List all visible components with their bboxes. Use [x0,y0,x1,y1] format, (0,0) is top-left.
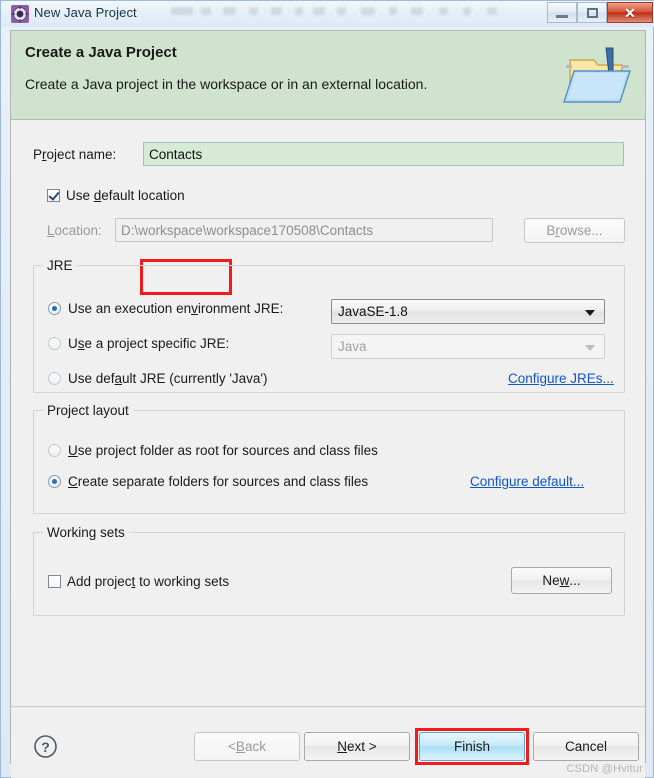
help-icon[interactable]: ? [33,734,58,759]
back-button[interactable]: < Back [194,732,300,761]
browse-button[interactable]: Br owse... [524,218,625,243]
add-project-to-working-sets-label: Add project to working sets [67,574,230,589]
radio-create-separate-folders[interactable]: Create separate folders for sources and … [48,474,368,489]
use-default-location-row[interactable]: Use default location [47,188,185,203]
location-label: Location: [47,223,102,238]
location-row: Location: Browse... [47,218,625,244]
new-java-project-dialog-screenshot: New Java Project ✕ Create a Java Project… [0,0,654,778]
radio-button[interactable] [48,337,61,350]
dialog-client-area: Create a Java Project Create a Java proj… [10,30,646,778]
wizard-page-content: Project name: Use default location Locat… [11,120,645,707]
minimize-button[interactable] [547,2,577,23]
project-layout-group: Project layout Use project folder as roo… [33,403,625,514]
window-frame: New Java Project ✕ Create a Java Project… [0,0,654,778]
page-description: Create a Java project in the workspace o… [25,76,428,92]
execution-environment-value: JavaSE-1.8 [338,304,408,319]
radio-label: Create separate folders for sources and … [68,474,369,489]
wizard-banner: Create a Java Project Create a Java proj… [11,31,645,120]
project-specific-jre-combo[interactable]: Java [331,334,605,359]
close-icon: ✕ [624,4,636,21]
use-default-location-checkbox[interactable] [47,189,60,202]
finish-button[interactable]: Finish [419,732,525,761]
svg-text:?: ? [41,739,50,755]
execution-environment-combo[interactable]: JavaSE-1.8 [331,299,605,324]
working-sets-group: Working sets Add project to working sets… [33,525,625,616]
window-title: New Java Project [34,5,137,20]
use-default-location-label: Use default location [66,188,185,203]
minimize-icon [556,14,568,18]
radio-button[interactable] [48,444,61,457]
close-button[interactable]: ✕ [607,2,653,23]
configure-jres-link[interactable]: Configure JREs... [508,371,614,386]
radio-button[interactable] [48,302,61,315]
chevron-down-icon [585,344,595,351]
next-button[interactable]: Next > [304,732,410,761]
maximize-button[interactable] [577,2,607,23]
java-project-icon [11,5,29,23]
jre-group: JRE Use an execution environment JRE: Us… [33,258,625,393]
jre-group-legend: JRE [43,258,77,273]
radio-use-default-jre[interactable]: Use default JRE (currently 'Java') [48,371,268,386]
background-window-ghost-text [171,4,521,20]
chevron-down-icon [585,309,595,316]
page-title: Create a Java Project [25,44,177,61]
project-specific-jre-value: Java [338,339,367,354]
configure-default-link[interactable]: Configure default... [470,474,584,489]
project-layout-group-legend: Project layout [43,403,133,418]
maximize-icon [586,7,598,18]
add-project-to-working-sets-row[interactable]: Add project to working sets [48,574,229,589]
title-bar: New Java Project ✕ [1,1,654,27]
window-controls: ✕ [547,2,653,23]
working-sets-group-legend: Working sets [43,525,129,540]
project-name-input[interactable] [143,142,624,166]
dialog-button-bar: ? < Back Next > Finish Cancel [11,707,645,778]
radio-use-project-specific-jre[interactable]: Use a project specific JRE: [48,336,229,351]
radio-use-project-folder-as-root[interactable]: Use project folder as root for sources a… [48,443,378,458]
radio-button[interactable] [48,372,61,385]
watermark-text: CSDN @Hvitur [566,763,643,775]
cancel-button[interactable]: Cancel [533,732,639,761]
radio-use-execution-environment-jre[interactable]: Use an execution environment JRE: [48,301,283,316]
radio-label: Use default JRE (currently 'Java') [68,371,268,386]
project-name-label: Project name: [33,147,117,162]
new-working-set-button[interactable]: Ne w... [511,567,612,594]
radio-label: Use project folder as root for sources a… [68,443,378,458]
radio-button[interactable] [48,475,61,488]
radio-label: Use a project specific JRE: [68,336,230,351]
add-project-to-working-sets-checkbox[interactable] [48,575,61,588]
location-input[interactable] [115,218,493,242]
open-folder-java-icon [563,47,631,103]
radio-label: Use an execution environment JRE: [68,301,284,316]
project-name-row: Project name: [33,142,625,168]
